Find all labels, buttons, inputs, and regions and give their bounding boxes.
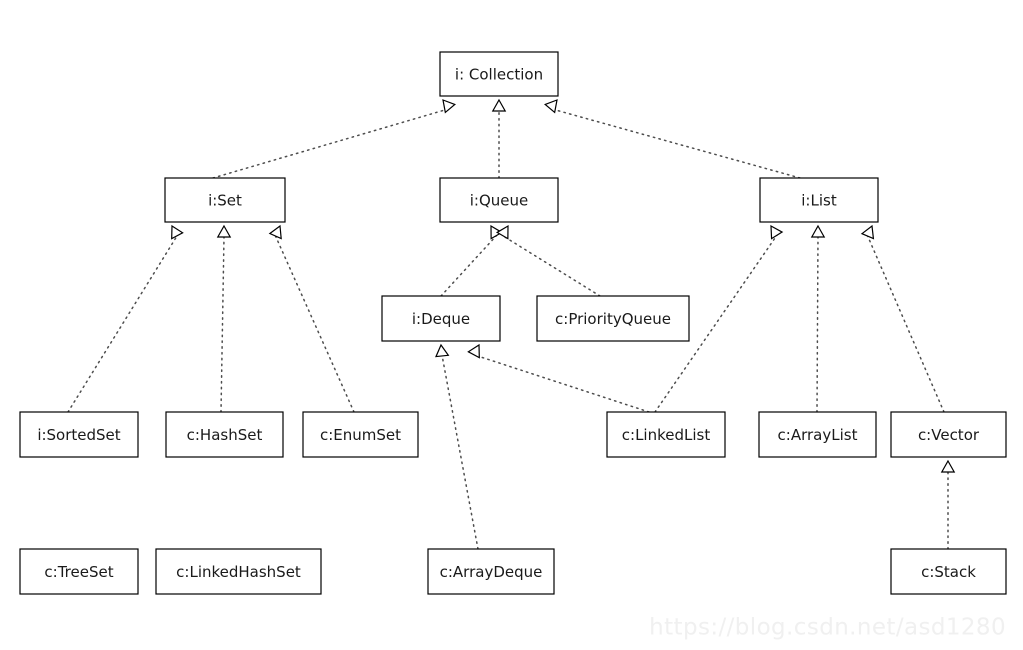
watermark-label: https://blog.csdn.net/asd1280: [649, 615, 1006, 641]
edge-stack-to-vector: [940, 459, 956, 550]
node-label: i:List: [801, 192, 837, 210]
edge-line: [501, 234, 601, 297]
node-enumset[interactable]: c:EnumSet: [302, 411, 419, 458]
uml-diagram-canvas: i: Collection i:Set i:Queue i:List i:Deque c:…: [0, 0, 1023, 650]
inheritance-arrow-icon: [940, 459, 956, 473]
node-arraydeque[interactable]: c:ArrayDeque: [427, 548, 555, 595]
inheritance-arrow-icon: [171, 224, 184, 240]
edge-list-to-collection: [544, 99, 801, 179]
node-priorityqueue[interactable]: c:PriorityQueue: [536, 295, 690, 342]
node-queue[interactable]: i:Queue: [439, 177, 559, 223]
nodes-layer: i: Collection i:Set i:Queue i:List i:Deque c:…: [19, 51, 1007, 595]
inheritance-arrow-icon: [770, 224, 784, 240]
node-label: i:Set: [208, 192, 242, 210]
edge-arraylist-to-list: [810, 224, 826, 413]
edges-layer: [67, 98, 956, 550]
edge-hashset-to-set: [216, 224, 232, 413]
edge-line: [866, 235, 945, 413]
node-arraylist[interactable]: c:ArrayList: [758, 411, 877, 458]
edge-line: [473, 353, 650, 413]
inheritance-arrow-icon: [860, 224, 875, 240]
inheritance-arrow-icon: [268, 224, 282, 240]
edge-deque-to-queue: [440, 224, 504, 297]
inheritance-arrow-icon: [544, 99, 558, 114]
node-label: c:LinkedHashSet: [176, 563, 301, 581]
inheritance-arrow-icon: [435, 343, 450, 358]
node-linkedlist[interactable]: c:LinkedList: [606, 411, 726, 458]
inheritance-arrow-icon: [216, 224, 232, 238]
edge-line: [274, 235, 355, 413]
edge-line: [67, 234, 178, 413]
edge-set-to-collection: [212, 99, 456, 179]
node-label: i:SortedSet: [37, 426, 120, 444]
edge-enumset-to-set: [268, 224, 355, 413]
node-linkedhashset[interactable]: c:LinkedHashSet: [155, 548, 322, 595]
node-label: c:EnumSet: [320, 426, 401, 444]
uml-diagram-svg: i: Collection i:Set i:Queue i:List i:Deque c:…: [19, 51, 1007, 641]
node-sortedset[interactable]: i:SortedSet: [19, 411, 139, 458]
inheritance-arrow-icon: [495, 224, 509, 240]
edge-line: [441, 355, 479, 550]
node-label: c:ArrayDeque: [440, 563, 543, 581]
inheritance-arrow-icon: [467, 343, 480, 359]
node-label: c:HashSet: [187, 426, 263, 444]
inheritance-arrow-icon: [491, 98, 507, 112]
node-label: c:PriorityQueue: [555, 310, 671, 328]
node-label: c:LinkedList: [622, 426, 711, 444]
edge-arraydeque-to-deque: [435, 343, 479, 550]
edge-sortedset-to-set: [67, 224, 184, 413]
node-deque[interactable]: i:Deque: [381, 295, 501, 342]
node-label: i:Deque: [412, 310, 470, 328]
edge-line: [816, 236, 819, 413]
edge-priorityqueue-to-queue: [495, 224, 601, 297]
edge-line: [220, 236, 225, 413]
edge-queue-to-collection: [491, 98, 507, 179]
node-hashset[interactable]: c:HashSet: [165, 411, 284, 458]
node-label: c:ArrayList: [778, 426, 858, 444]
node-label: c:Stack: [921, 563, 976, 581]
edge-vector-to-list: [860, 224, 945, 413]
edge-line: [212, 107, 451, 179]
node-vector[interactable]: c:Vector: [890, 411, 1007, 458]
node-label: c:Vector: [918, 426, 980, 444]
node-list[interactable]: i:List: [759, 177, 879, 223]
node-treeset[interactable]: c:TreeSet: [19, 548, 139, 595]
node-label: c:TreeSet: [44, 563, 113, 581]
node-stack[interactable]: c:Stack: [890, 548, 1007, 595]
node-label: i: Collection: [455, 66, 543, 84]
inheritance-arrow-icon: [810, 224, 826, 238]
node-label: i:Queue: [470, 192, 529, 210]
edge-line: [549, 107, 801, 179]
node-collection[interactable]: i: Collection: [439, 51, 559, 97]
edge-linkedlist-to-deque: [467, 343, 650, 413]
edge-line: [440, 234, 498, 297]
inheritance-arrow-icon: [442, 99, 456, 114]
node-set[interactable]: i:Set: [164, 177, 286, 223]
